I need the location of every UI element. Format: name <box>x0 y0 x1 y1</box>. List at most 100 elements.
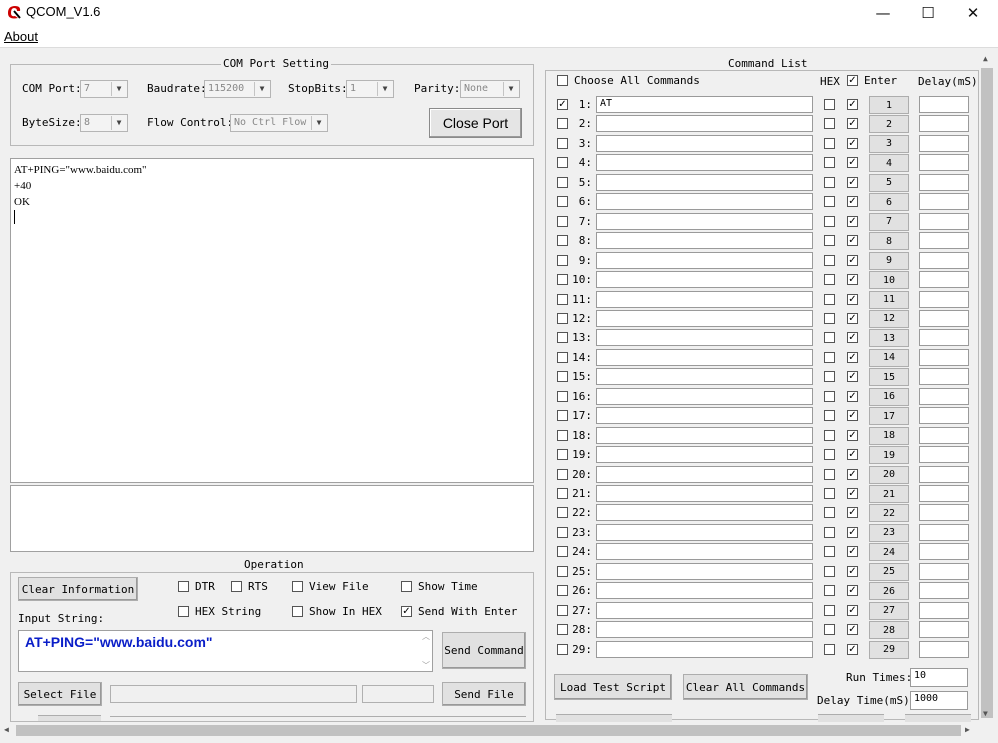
menu-about[interactable]: About <box>4 29 38 44</box>
command-send-button[interactable]: 8 <box>869 232 909 251</box>
command-delay-input[interactable] <box>919 271 969 289</box>
command-enter-checkbox[interactable]: ✓ <box>847 293 858 305</box>
command-send-button[interactable]: 11 <box>869 290 909 309</box>
command-input[interactable] <box>596 134 813 152</box>
file-path-field[interactable] <box>110 685 357 703</box>
command-select-checkbox[interactable]: ✓ <box>557 99 568 110</box>
horizontal-scrollbar[interactable]: ◀ ▶ <box>0 722 979 739</box>
minimize-button[interactable]: — <box>860 0 906 26</box>
command-send-button[interactable]: 6 <box>869 193 909 212</box>
partial-button[interactable] <box>818 714 884 722</box>
command-enter-checkbox[interactable]: ✓ <box>847 99 858 110</box>
command-delay-input[interactable] <box>919 290 969 308</box>
command-delay-input[interactable] <box>919 173 969 191</box>
command-send-button[interactable]: 29 <box>869 640 909 659</box>
command-input[interactable] <box>596 154 813 172</box>
scroll-down-arrow-icon[interactable]: ▼ <box>983 709 988 718</box>
command-input[interactable] <box>596 601 813 619</box>
command-enter-checkbox[interactable]: ✓ <box>847 643 858 655</box>
command-input[interactable] <box>596 251 813 269</box>
command-send-button[interactable]: 18 <box>869 426 909 445</box>
command-send-button[interactable]: 27 <box>869 601 909 620</box>
command-hex-checkbox[interactable] <box>824 488 835 499</box>
command-input[interactable] <box>596 407 813 425</box>
command-hex-checkbox[interactable] <box>824 449 835 461</box>
command-send-button[interactable]: 2 <box>869 115 909 134</box>
command-delay-input[interactable] <box>919 134 969 152</box>
command-send-button[interactable]: 10 <box>869 271 909 290</box>
partial-button[interactable] <box>38 715 101 721</box>
partial-button[interactable] <box>905 714 971 722</box>
command-send-button[interactable]: 28 <box>869 621 909 640</box>
command-select-checkbox[interactable] <box>557 488 568 499</box>
run-times-field[interactable]: 10 <box>910 668 968 687</box>
command-select-checkbox[interactable] <box>557 604 568 616</box>
command-select-checkbox[interactable] <box>557 293 568 305</box>
command-input[interactable] <box>596 446 813 464</box>
command-hex-checkbox[interactable] <box>824 137 835 149</box>
clear-all-commands-button[interactable]: Clear All Commands <box>683 674 808 700</box>
command-delay-input[interactable] <box>919 309 969 327</box>
stopbits-select[interactable]: 1 ▼ <box>346 80 394 98</box>
command-input[interactable] <box>596 329 813 347</box>
command-delay-input[interactable] <box>919 504 969 522</box>
command-enter-checkbox[interactable]: ✓ <box>847 546 858 558</box>
command-delay-input[interactable] <box>919 329 969 347</box>
command-select-checkbox[interactable] <box>557 390 568 402</box>
command-select-checkbox[interactable] <box>557 546 568 558</box>
command-enter-checkbox[interactable]: ✓ <box>847 526 858 538</box>
command-hex-checkbox[interactable] <box>824 351 835 363</box>
command-delay-input[interactable] <box>919 193 969 211</box>
rts-checkbox[interactable] <box>231 581 242 592</box>
command-delay-input[interactable] <box>919 562 969 580</box>
command-delay-input[interactable] <box>919 407 969 425</box>
command-delay-input[interactable] <box>919 387 969 405</box>
command-enter-checkbox[interactable]: ✓ <box>847 624 858 636</box>
command-enter-checkbox[interactable]: ✓ <box>847 176 858 188</box>
command-delay-input[interactable] <box>919 232 969 250</box>
command-hex-checkbox[interactable] <box>824 546 835 558</box>
com-port-select[interactable]: 7 ▼ <box>80 80 128 98</box>
command-enter-checkbox[interactable]: ✓ <box>847 157 858 169</box>
command-enter-checkbox[interactable]: ✓ <box>847 468 858 480</box>
command-delay-input[interactable] <box>919 115 969 133</box>
command-send-button[interactable]: 3 <box>869 134 909 153</box>
command-hex-checkbox[interactable] <box>824 312 835 324</box>
delay-time-field[interactable]: 1000 <box>910 691 968 710</box>
command-hex-checkbox[interactable] <box>824 254 835 266</box>
command-hex-checkbox[interactable] <box>824 390 835 402</box>
command-enter-checkbox[interactable]: ✓ <box>847 254 858 266</box>
command-delay-input[interactable] <box>919 621 969 639</box>
show-in-hex-checkbox[interactable] <box>292 606 303 617</box>
command-send-button[interactable]: 7 <box>869 212 909 231</box>
command-send-button[interactable]: 12 <box>869 309 909 328</box>
command-input[interactable]: AT <box>596 96 813 113</box>
command-select-checkbox[interactable] <box>557 643 568 655</box>
maximize-button[interactable]: ☐ <box>905 0 951 26</box>
horizontal-scroll-thumb[interactable] <box>16 725 961 736</box>
command-select-checkbox[interactable] <box>557 410 568 422</box>
clear-information-button[interactable]: Clear Information <box>18 577 138 601</box>
command-hex-checkbox[interactable] <box>824 118 835 130</box>
command-delay-input[interactable] <box>919 465 969 483</box>
command-delay-input[interactable] <box>919 485 969 502</box>
command-delay-input[interactable] <box>919 640 969 658</box>
command-select-checkbox[interactable] <box>557 526 568 538</box>
command-input[interactable] <box>596 348 813 366</box>
command-hex-checkbox[interactable] <box>824 429 835 441</box>
command-hex-checkbox[interactable] <box>824 468 835 480</box>
command-send-button[interactable]: 16 <box>869 387 909 406</box>
command-delay-input[interactable] <box>919 348 969 366</box>
command-send-button[interactable]: 25 <box>869 562 909 581</box>
command-hex-checkbox[interactable] <box>824 235 835 247</box>
command-hex-checkbox[interactable] <box>824 526 835 538</box>
command-delay-input[interactable] <box>919 96 969 113</box>
command-enter-checkbox[interactable]: ✓ <box>847 235 858 247</box>
command-select-checkbox[interactable] <box>557 351 568 363</box>
command-delay-input[interactable] <box>919 582 969 600</box>
command-select-checkbox[interactable] <box>557 254 568 266</box>
command-select-checkbox[interactable] <box>557 235 568 247</box>
command-select-checkbox[interactable] <box>557 585 568 597</box>
command-delay-input[interactable] <box>919 543 969 561</box>
command-enter-checkbox[interactable]: ✓ <box>847 137 858 149</box>
